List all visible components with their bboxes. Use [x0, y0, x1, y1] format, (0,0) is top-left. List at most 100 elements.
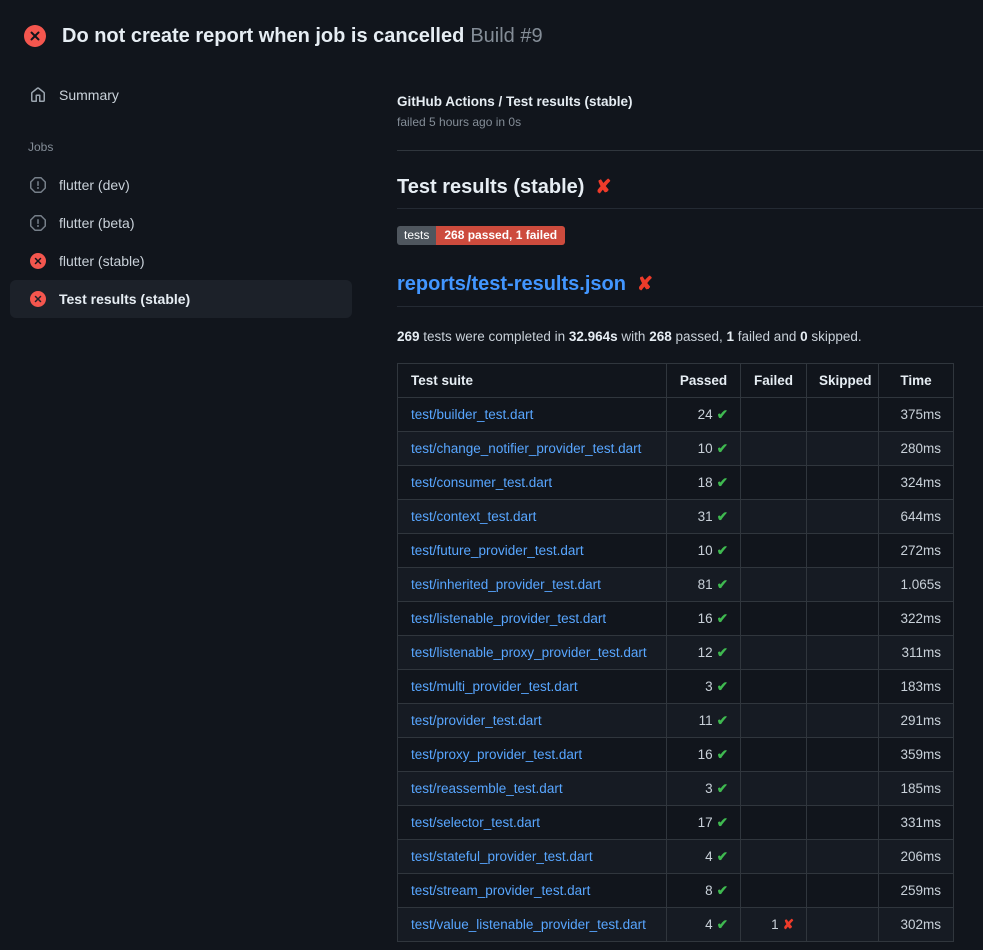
test-suite-link[interactable]: test/selector_test.dart: [411, 815, 540, 830]
summary-segment: 32.964s: [569, 329, 618, 344]
passed-cell-number: 4: [705, 849, 713, 864]
time-cell: 291ms: [879, 704, 954, 738]
report-file-link[interactable]: reports/test-results.json: [397, 273, 626, 296]
failed-cell: [741, 670, 807, 704]
time-cell: 183ms: [879, 670, 954, 704]
sidebar-item-flutter-stable[interactable]: flutter (stable): [10, 242, 352, 280]
run-header: Do not create report when job is cancell…: [0, 0, 983, 56]
test-suite-link[interactable]: test/reassemble_test.dart: [411, 781, 563, 796]
section-title: Test results (stable) ✘: [397, 176, 983, 209]
passed-cell: 11✔: [667, 704, 741, 738]
passed-cell: 18✔: [667, 466, 741, 500]
suite-cell: test/builder_test.dart: [398, 398, 667, 432]
summary-line: 269 tests were completed in 32.964s with…: [397, 329, 983, 344]
check-icon: ✔: [717, 577, 728, 592]
failed-cell: [741, 466, 807, 500]
time-cell: 259ms: [879, 874, 954, 908]
x-circle-icon: [30, 253, 46, 269]
test-suite-link[interactable]: test/stateful_provider_test.dart: [411, 849, 593, 864]
breadcrumb: GitHub Actions / Test results (stable): [397, 94, 983, 109]
passed-cell: 4✔: [667, 840, 741, 874]
table-row: test/stream_provider_test.dart8✔259ms: [398, 874, 954, 908]
skipped-cell: [807, 534, 879, 568]
check-icon: ✔: [717, 883, 728, 898]
check-icon: ✔: [717, 407, 728, 422]
table-row: test/builder_test.dart24✔375ms: [398, 398, 954, 432]
passed-cell: 3✔: [667, 670, 741, 704]
check-icon: ✔: [717, 781, 728, 796]
skipped-cell: [807, 398, 879, 432]
report-title: reports/test-results.json ✘: [397, 273, 983, 307]
stop-icon: [30, 215, 46, 231]
failed-cell: [741, 738, 807, 772]
test-suite-link[interactable]: test/provider_test.dart: [411, 713, 542, 728]
test-suite-link[interactable]: test/multi_provider_test.dart: [411, 679, 578, 694]
run-failed-x-circle-icon: [24, 25, 46, 47]
time-cell: 302ms: [879, 908, 954, 942]
test-suite-link[interactable]: test/change_notifier_provider_test.dart: [411, 441, 641, 456]
sidebar-item-test-results-stable[interactable]: Test results (stable): [10, 280, 352, 318]
table-row: test/consumer_test.dart18✔324ms: [398, 466, 954, 500]
summary-segment: passed,: [672, 329, 727, 344]
column-header-passed: Passed: [667, 364, 741, 398]
test-suite-link[interactable]: test/future_provider_test.dart: [411, 543, 584, 558]
test-suite-link[interactable]: test/proxy_provider_test.dart: [411, 747, 582, 762]
suite-cell: test/listenable_provider_test.dart: [398, 602, 667, 636]
table-row: test/reassemble_test.dart3✔185ms: [398, 772, 954, 806]
sidebar-item-summary[interactable]: Summary: [10, 76, 352, 114]
passed-cell-number: 17: [698, 815, 713, 830]
failed-cell: [741, 398, 807, 432]
sidebar-item-label: flutter (beta): [59, 215, 134, 231]
suite-cell: test/change_notifier_provider_test.dart: [398, 432, 667, 466]
passed-cell-number: 3: [705, 679, 713, 694]
failed-cell: [741, 806, 807, 840]
sidebar-item-label: Test results (stable): [59, 291, 190, 307]
table-row: test/listenable_provider_test.dart16✔322…: [398, 602, 954, 636]
run-build-number: Build #9: [470, 25, 542, 47]
passed-cell-number: 10: [698, 441, 713, 456]
test-suite-link[interactable]: test/value_listenable_provider_test.dart: [411, 917, 646, 932]
passed-cell: 10✔: [667, 432, 741, 466]
run-meta: failed 5 hours ago in 0s: [397, 115, 983, 129]
check-icon: ✔: [717, 475, 728, 490]
check-icon: ✔: [717, 509, 728, 524]
check-icon: ✔: [717, 543, 728, 558]
summary-segment: with: [618, 329, 650, 344]
badge-value: 268 passed, 1 failed: [436, 226, 565, 245]
test-suite-link[interactable]: test/listenable_provider_test.dart: [411, 611, 606, 626]
failed-cell: [741, 602, 807, 636]
skipped-cell: [807, 670, 879, 704]
check-icon: ✔: [717, 713, 728, 728]
skipped-cell: [807, 840, 879, 874]
sidebar-item-flutter-dev[interactable]: flutter (dev): [10, 166, 352, 204]
failed-cell: [741, 534, 807, 568]
column-header-test-suite: Test suite: [398, 364, 667, 398]
failed-cell: [741, 500, 807, 534]
table-row: test/multi_provider_test.dart 3✔ 183ms: [398, 670, 954, 704]
test-suite-link[interactable]: test/listenable_proxy_provider_test.dart: [411, 645, 647, 660]
skipped-cell: [807, 432, 879, 466]
table-row: test/listenable_proxy_provider_test.dart…: [398, 636, 954, 670]
summary-segment: tests were completed in: [420, 329, 569, 344]
check-icon: ✔: [717, 917, 728, 932]
results-table: Test suitePassedFailedSkippedTime test/b…: [397, 363, 954, 942]
table-row: test/selector_test.dart17✔331ms: [398, 806, 954, 840]
test-suite-link[interactable]: test/stream_provider_test.dart: [411, 883, 590, 898]
column-header-skipped: Skipped: [807, 364, 879, 398]
test-suite-link[interactable]: test/consumer_test.dart: [411, 475, 552, 490]
time-cell: 185ms: [879, 772, 954, 806]
table-row: test/inherited_provider_test.dart81✔1.06…: [398, 568, 954, 602]
failed-cell-number: 1: [771, 917, 779, 932]
passed-cell-number: 12: [698, 645, 713, 660]
section-title-text: Test results (stable): [397, 176, 584, 199]
test-suite-link[interactable]: test/builder_test.dart: [411, 407, 533, 422]
skipped-cell: [807, 602, 879, 636]
test-suite-link[interactable]: test/inherited_provider_test.dart: [411, 577, 601, 592]
time-cell: 272ms: [879, 534, 954, 568]
time-cell: 1.065s: [879, 568, 954, 602]
test-suite-link[interactable]: test/context_test.dart: [411, 509, 536, 524]
skipped-cell: [807, 636, 879, 670]
sidebar-item-flutter-beta[interactable]: flutter (beta): [10, 204, 352, 242]
passed-cell: 12✔: [667, 636, 741, 670]
x-icon: ✘: [783, 917, 794, 932]
